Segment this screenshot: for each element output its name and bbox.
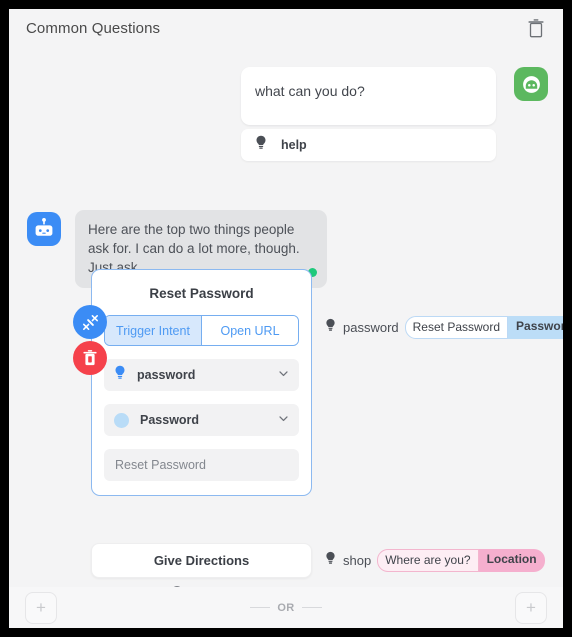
panel-header: Common Questions (9, 9, 563, 47)
tab-trigger-intent[interactable]: Trigger Intent (105, 316, 201, 345)
add-left-button[interactable]: + (25, 591, 57, 624)
bot-avatar-icon (27, 212, 61, 246)
collapse-arrows-icon[interactable] (73, 305, 107, 339)
or-line-left (250, 607, 271, 608)
annotation-shop: shop Where are you? Location (325, 549, 545, 572)
intent-card-title: Reset Password (149, 286, 254, 301)
chevron-down-icon (278, 411, 289, 429)
delete-card-button[interactable] (73, 341, 107, 375)
intent-dropdown-value: password (137, 368, 196, 382)
bot-message-text: Here are the top two things people ask f… (88, 222, 300, 275)
page-title: Common Questions (26, 19, 161, 37)
conversation-area: what can you do? help Here are the top t… (9, 47, 563, 600)
annotation-name: password (343, 320, 399, 335)
tab-open-url[interactable]: Open URL (202, 316, 298, 345)
or-divider: OR (250, 601, 322, 614)
annotation-chip-phrase: Where are you? (377, 549, 479, 572)
chevron-down-icon (278, 366, 289, 384)
user-message-tag[interactable]: help (241, 129, 496, 161)
annotation-chips: Where are you? Location (377, 549, 545, 572)
user-message-block: what can you do? help (241, 67, 548, 161)
annotation-chip-entity: Location (478, 549, 545, 572)
intent-dropdown[interactable]: password (104, 359, 299, 391)
annotation-chip-phrase: Reset Password (404, 316, 509, 339)
add-right-button[interactable]: + (515, 591, 547, 624)
annotation-chips: Reset Password Password (404, 316, 563, 339)
trash-icon (83, 350, 97, 366)
annotation-name: shop (343, 553, 372, 568)
user-message-tag-label: help (281, 138, 307, 152)
or-label: OR (277, 601, 295, 614)
give-directions-button[interactable]: Give Directions (91, 543, 312, 578)
user-message-card[interactable]: what can you do? (241, 67, 496, 125)
user-message-text: what can you do? (255, 83, 365, 99)
lightbulb-icon (114, 365, 126, 385)
intent-card: Reset Password Trigger Intent Open URL p… (91, 269, 312, 496)
intent-card-tabs: Trigger Intent Open URL (104, 315, 299, 346)
circle-swatch-icon (114, 412, 129, 428)
or-line-right (301, 607, 322, 608)
annotation-chip-entity: Password (508, 316, 563, 339)
user-bot-avatar-icon (514, 67, 548, 101)
lightbulb-icon (255, 135, 267, 155)
lightbulb-icon (325, 551, 336, 570)
panel-footer: + OR + (9, 587, 563, 628)
intent-text-input[interactable]: Reset Password (104, 449, 299, 481)
trash-icon[interactable] (527, 18, 545, 38)
entity-dropdown-value: Password (140, 413, 200, 427)
lightbulb-icon (325, 318, 336, 337)
annotation-password: password Reset Password Password (325, 316, 563, 339)
entity-dropdown[interactable]: Password (104, 404, 299, 436)
chatbot-flow-frame: Common Questions what can you do? help H… (9, 9, 563, 628)
